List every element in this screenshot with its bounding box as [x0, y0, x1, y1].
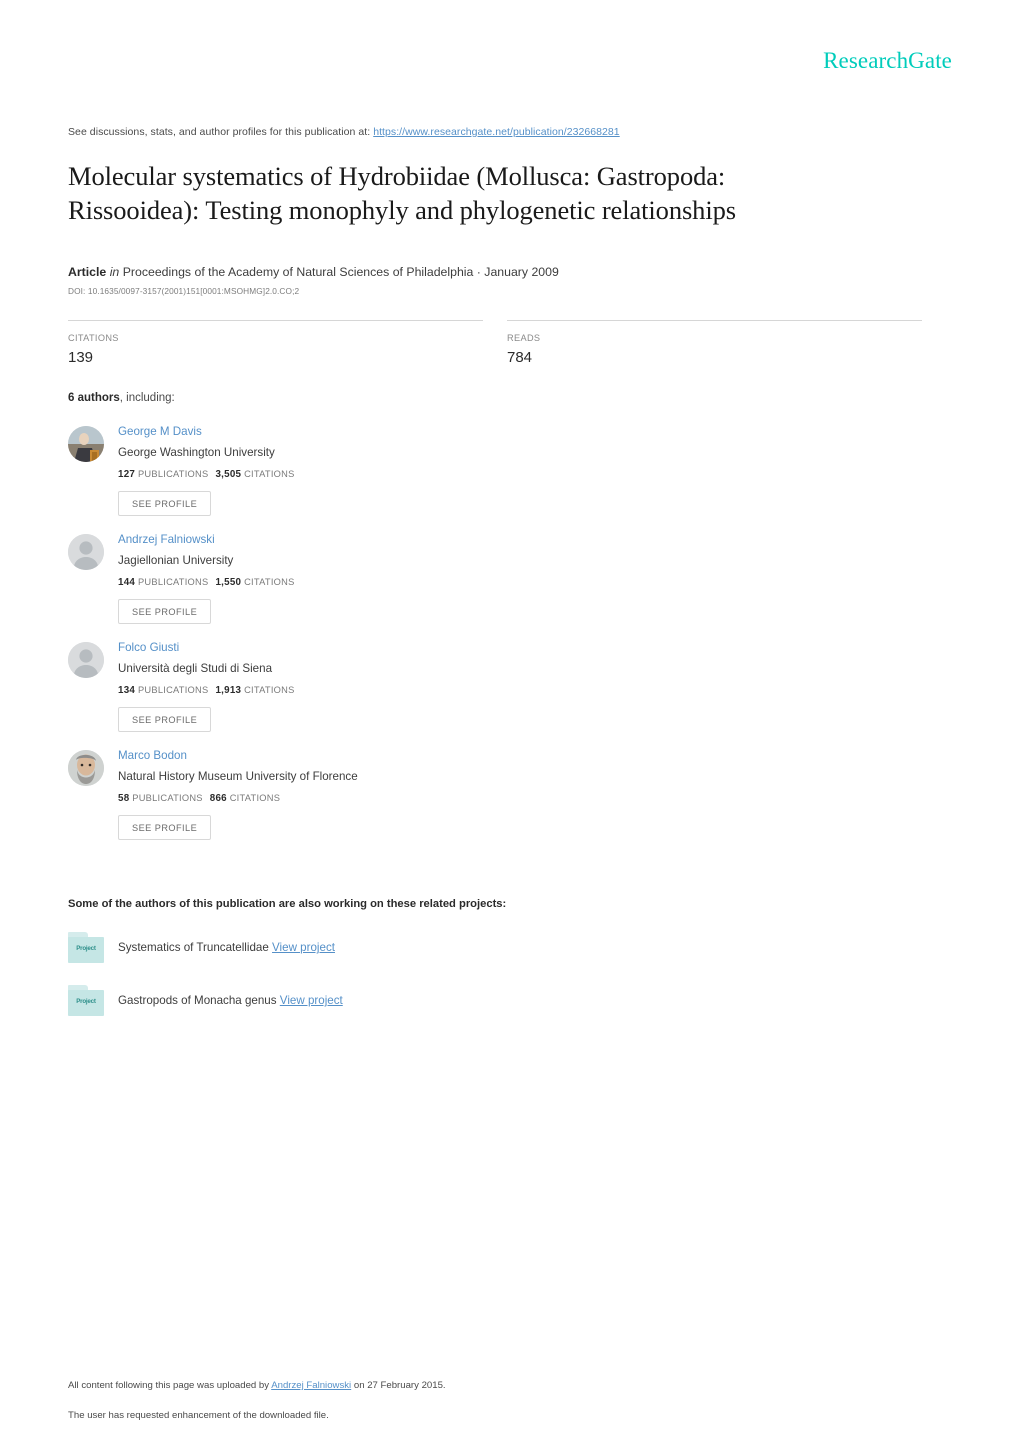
- authors-grid: George M Davis George Washington Univers…: [68, 424, 952, 856]
- author-affiliation: George Washington University: [118, 446, 275, 460]
- stats-row: CITATIONS 139 READS 784: [68, 320, 952, 366]
- discussion-prefix-text: See discussions, stats, and author profi…: [68, 126, 374, 138]
- author-info: Marco Bodon Natural History Museum Unive…: [118, 748, 358, 856]
- author-info: Andrzej Falniowski Jagiellonian Universi…: [118, 532, 295, 640]
- author-publications-label: PUBLICATIONS: [137, 469, 209, 480]
- page-title: Molecular systematics of Hydrobiidae (Mo…: [68, 161, 736, 225]
- authors-including-text: , including:: [119, 392, 175, 405]
- page-root: ResearchGate See discussions, stats, and…: [0, 0, 1020, 1441]
- author-citations-label: CITATIONS: [244, 685, 295, 696]
- author-stats: 134 PUBLICATIONS 1,913 CITATIONS: [118, 685, 295, 696]
- article-in-label: in: [109, 265, 120, 280]
- view-project-link[interactable]: View project: [272, 941, 335, 954]
- stat-citations: CITATIONS 139: [68, 320, 483, 366]
- author-stats: 127 PUBLICATIONS 3,505 CITATIONS: [118, 469, 295, 480]
- discussion-line: See discussions, stats, and author profi…: [68, 126, 952, 138]
- avatar[interactable]: [68, 426, 104, 463]
- author-citations-count: 3,505: [215, 469, 242, 481]
- project-text: Gastropods of Monacha genus View project: [118, 994, 343, 1007]
- project-icon-label: Project: [76, 998, 96, 1006]
- author-publications-count: 127: [118, 469, 136, 481]
- author-publications-count: 58: [118, 793, 130, 805]
- project-text: Systematics of Truncatellidae View proje…: [118, 941, 335, 954]
- see-profile-button[interactable]: SEE PROFILE: [118, 491, 212, 517]
- author-info: George M Davis George Washington Univers…: [118, 424, 295, 532]
- author-name-link[interactable]: Marco Bodon: [118, 749, 358, 763]
- author-card: George M Davis George Washington Univers…: [68, 424, 513, 532]
- upload-suffix-text: on 27 February 2015.: [351, 1380, 446, 1391]
- stat-reads: READS 784: [507, 320, 922, 366]
- project-title: Systematics of Truncatellidae: [118, 941, 269, 955]
- author-card: Marco Bodon Natural History Museum Unive…: [68, 748, 513, 856]
- article-venue: Proceedings of the Academy of Natural Sc…: [122, 265, 559, 280]
- related-projects-heading: Some of the authors of this publication …: [68, 898, 507, 911]
- stat-value: 139: [68, 349, 94, 367]
- author-info: Folco Giusti Università degli Studi di S…: [118, 640, 295, 748]
- author-stats: 58 PUBLICATIONS 866 CITATIONS: [118, 793, 358, 804]
- author-publications-label: PUBLICATIONS: [137, 577, 209, 588]
- project-icon-label: Project: [76, 945, 96, 953]
- upload-prefix-text: All content following this page was uplo…: [68, 1380, 272, 1391]
- avatar[interactable]: [68, 642, 104, 679]
- divider: [507, 320, 922, 322]
- author-publications-label: PUBLICATIONS: [137, 685, 209, 696]
- avatar-placeholder-icon: [68, 534, 104, 571]
- author-citations-count: 1,550: [215, 577, 242, 589]
- view-project-link[interactable]: View project: [280, 994, 343, 1007]
- author-publications-count: 134: [118, 685, 136, 697]
- author-citations-label: CITATIONS: [229, 793, 281, 804]
- stat-value: 784: [507, 349, 533, 367]
- article-type-label: Article: [68, 265, 107, 280]
- author-name-link[interactable]: George M Davis: [118, 425, 295, 439]
- uploader-name-link[interactable]: Andrzej Falniowski: [271, 1380, 351, 1391]
- author-card: Andrzej Falniowski Jagiellonian Universi…: [68, 532, 513, 640]
- upload-credit-line: All content following this page was uplo…: [68, 1380, 948, 1391]
- author-citations-count: 866: [209, 793, 227, 805]
- author-affiliation: Università degli Studi di Siena: [118, 662, 273, 676]
- project-row: Project Gastropods of Monacha genus View…: [68, 985, 952, 1017]
- author-publications-count: 144: [118, 577, 136, 589]
- project-title: Gastropods of Monacha genus: [118, 994, 277, 1008]
- author-affiliation: Natural History Museum University of Flo…: [118, 770, 358, 784]
- avatar-placeholder-icon: [68, 642, 104, 679]
- author-name-link[interactable]: Andrzej Falniowski: [118, 533, 295, 547]
- stat-label: READS: [507, 333, 541, 344]
- author-affiliation: Jagiellonian University: [118, 554, 234, 568]
- avatar-photo-icon: [68, 750, 104, 787]
- avatar-photo-icon: [68, 426, 104, 463]
- brand-header: ResearchGate: [68, 0, 952, 82]
- see-profile-button[interactable]: SEE PROFILE: [118, 707, 212, 733]
- divider: [68, 320, 483, 322]
- avatar[interactable]: [68, 750, 104, 787]
- author-citations-label: CITATIONS: [244, 577, 295, 588]
- author-citations-count: 1,913: [215, 685, 242, 697]
- avatar[interactable]: [68, 534, 104, 571]
- author-publications-label: PUBLICATIONS: [132, 793, 203, 804]
- stat-label: CITATIONS: [68, 333, 119, 344]
- author-card: Folco Giusti Università degli Studi di S…: [68, 640, 513, 748]
- publication-url-link[interactable]: https://www.researchgate.net/publication…: [373, 126, 620, 138]
- enhancement-notice: The user has requested enhancement of th…: [68, 1410, 329, 1421]
- researchgate-logo[interactable]: ResearchGate: [823, 48, 952, 74]
- project-folder-icon: Project: [68, 985, 104, 1017]
- author-citations-label: CITATIONS: [244, 469, 295, 480]
- see-profile-button[interactable]: SEE PROFILE: [118, 599, 212, 625]
- author-name-link[interactable]: Folco Giusti: [118, 641, 295, 655]
- project-row: Project Systematics of Truncatellidae Vi…: [68, 932, 952, 964]
- authors-heading: 6 authors, including:: [68, 392, 952, 404]
- article-doi: DOI: 10.1635/0097-3157(2001)151[0001:MSO…: [68, 286, 300, 297]
- author-stats: 144 PUBLICATIONS 1,550 CITATIONS: [118, 577, 295, 588]
- authors-count: 6 authors: [68, 392, 120, 405]
- article-meta: Article in Proceedings of the Academy of…: [68, 265, 952, 279]
- project-folder-icon: Project: [68, 932, 104, 964]
- page-footer: All content following this page was uplo…: [68, 1380, 948, 1421]
- see-profile-button[interactable]: SEE PROFILE: [118, 815, 212, 841]
